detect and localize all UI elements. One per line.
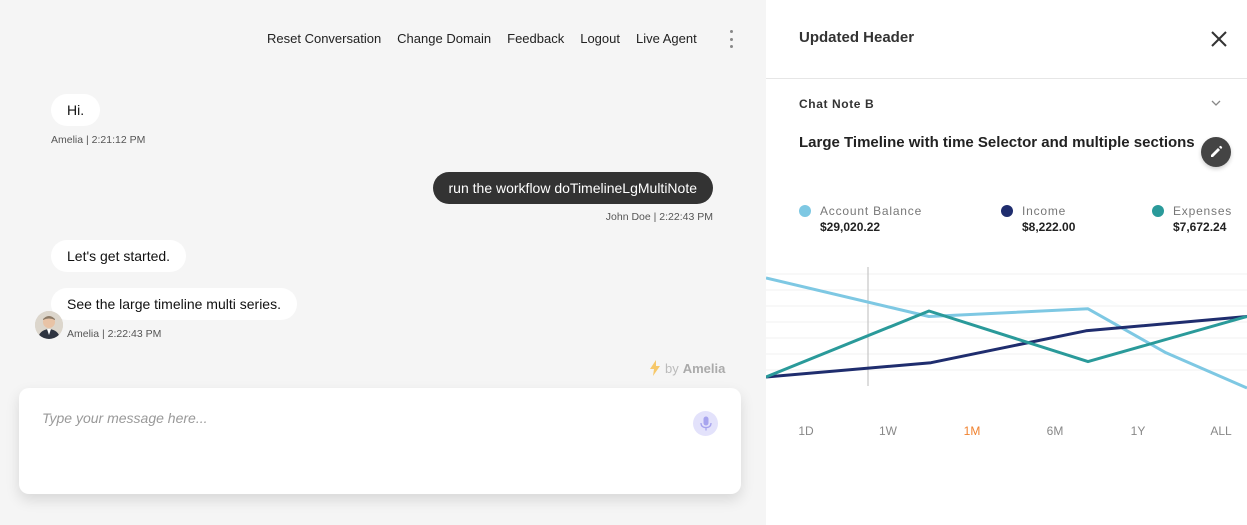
message-meta: Amelia | 2:21:12 PM (51, 134, 146, 146)
legend-item-expenses[interactable]: Expenses $7,672.24 (1152, 204, 1232, 234)
edit-button[interactable] (1201, 137, 1231, 167)
pencil-icon (1211, 145, 1223, 157)
legend-item-account-balance[interactable]: Account Balance $29,020.22 (799, 204, 922, 234)
time-range-selector: 1D 1W 1M 6M 1Y ALL (766, 424, 1247, 440)
brand-name: Amelia (682, 360, 726, 376)
message-meta: Amelia | 2:22:43 PM (67, 328, 162, 340)
user-message-bubble: run the workflow doTimelineLgMultiNote (432, 172, 713, 204)
legend-label: Income (1022, 204, 1067, 218)
legend-item-income[interactable]: Income $8,222.00 (1001, 204, 1075, 234)
chevron-down-icon[interactable] (1210, 99, 1222, 107)
range-1w[interactable]: 1W (879, 424, 897, 438)
message-meta: John Doe | 2:22:43 PM (605, 211, 713, 223)
message-bubble: Hi. (51, 94, 101, 126)
legend-label: Expenses (1173, 204, 1233, 218)
message-bubble: Let's get started. (51, 240, 187, 272)
range-1d[interactable]: 1D (798, 424, 813, 438)
legend-value: $29,020.22 (820, 220, 881, 234)
feedback-link[interactable]: Feedback (507, 31, 564, 46)
lightning-icon (650, 360, 660, 376)
message-bubble: See the large timeline multi series. (51, 288, 297, 320)
legend-label: Account Balance (820, 204, 923, 218)
range-6m[interactable]: 6M (1047, 424, 1064, 438)
reset-conversation-link[interactable]: Reset Conversation (267, 31, 381, 46)
timeline-title: Large Timeline with time Selector and mu… (799, 134, 1195, 151)
range-1m[interactable]: 1M (964, 424, 981, 438)
note-title: Chat Note B (799, 97, 875, 111)
microphone-icon (699, 416, 712, 431)
change-domain-link[interactable]: Change Domain (397, 31, 491, 46)
powered-by: by Amelia (649, 360, 725, 376)
series-line-expenses (766, 309, 1247, 379)
legend-dot (1152, 205, 1164, 217)
side-panel: Updated Header Chat Note B Large Timelin… (766, 0, 1247, 525)
logout-link[interactable]: Logout (580, 31, 620, 46)
range-1y[interactable]: 1Y (1131, 424, 1146, 438)
top-nav: Reset Conversation Change Domain Feedbac… (267, 31, 713, 46)
legend-value: $8,222.00 (1022, 220, 1076, 234)
legend-dot (799, 205, 811, 217)
range-all[interactable]: ALL (1210, 424, 1231, 438)
avatar (35, 311, 63, 339)
timeline-chart[interactable] (766, 262, 1247, 392)
message-input[interactable] (42, 410, 662, 426)
live-agent-link[interactable]: Live Agent (636, 31, 697, 46)
message-composer (19, 388, 741, 494)
legend-value: $7,672.24 (1173, 220, 1227, 234)
chat-area: Reset Conversation Change Domain Feedbac… (0, 0, 766, 525)
legend-dot (1001, 205, 1013, 217)
panel-title: Updated Header (799, 29, 915, 46)
microphone-button[interactable] (693, 411, 718, 436)
panel-header: Updated Header (766, 0, 1247, 79)
powered-by-text: by (665, 360, 679, 376)
close-icon[interactable] (1210, 30, 1228, 48)
more-options-icon[interactable] (726, 30, 736, 48)
